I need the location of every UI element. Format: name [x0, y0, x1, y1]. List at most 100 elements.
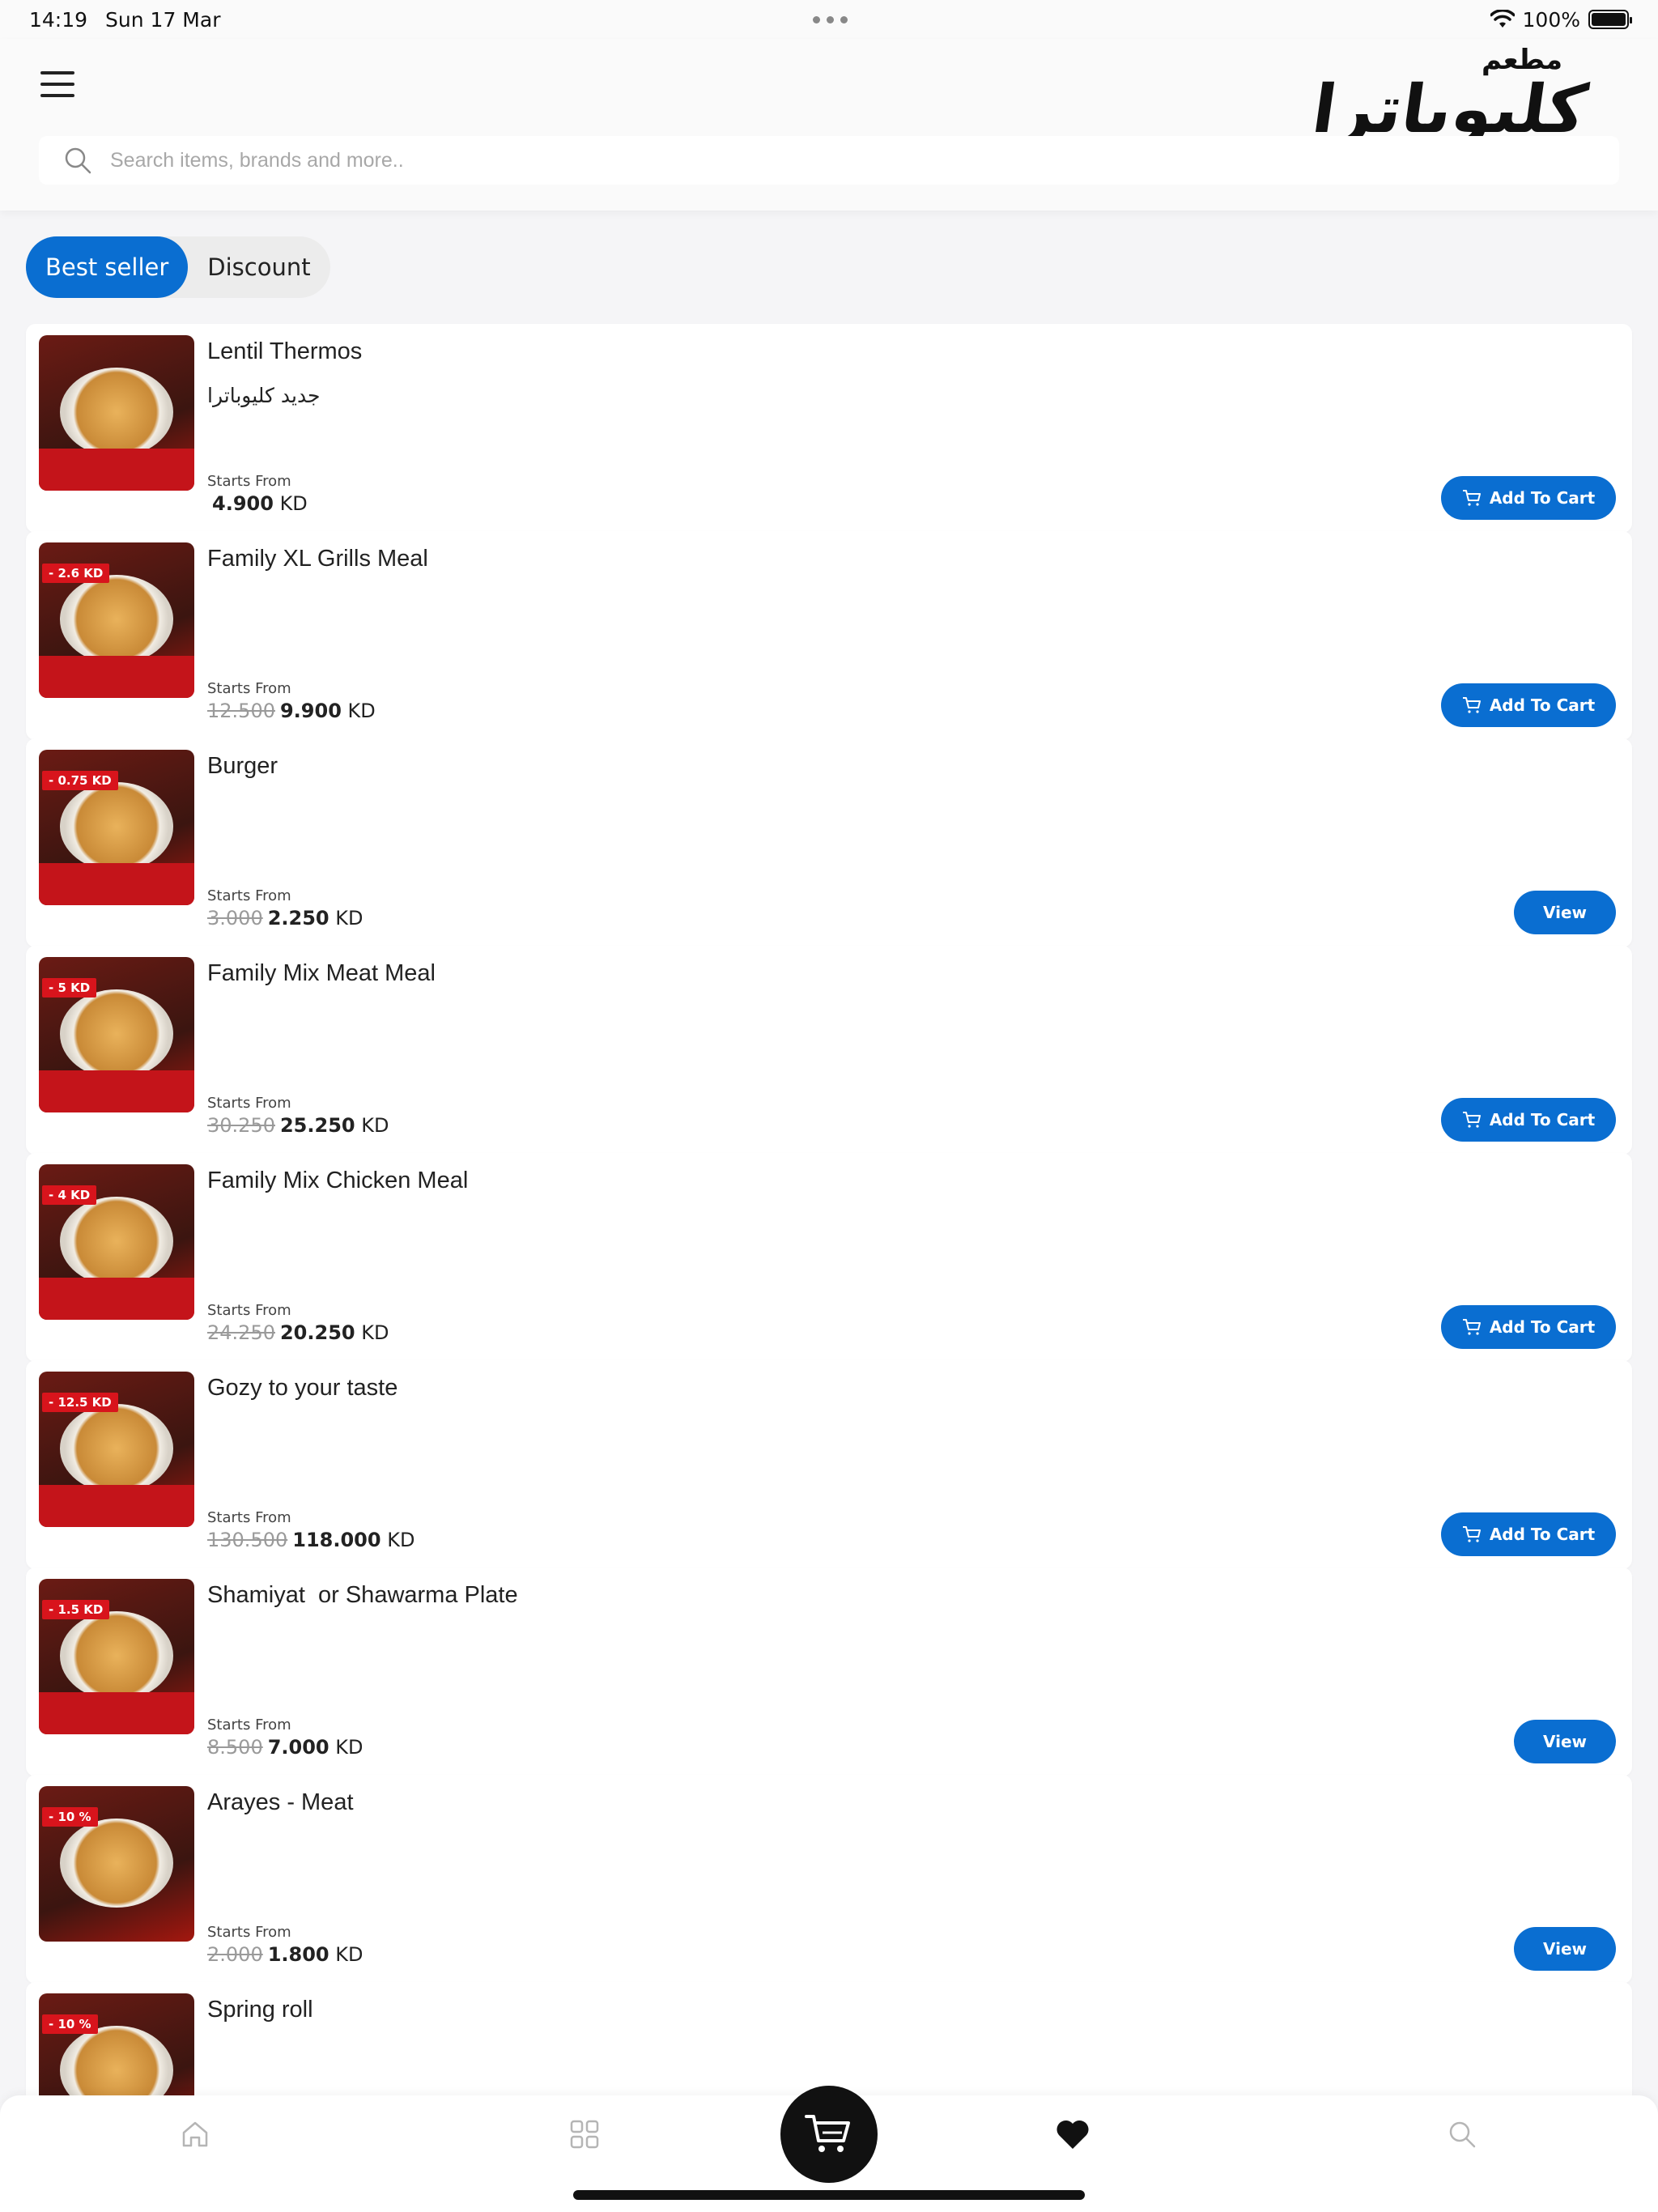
add-to-cart-label: Add To Cart	[1489, 696, 1596, 715]
discount-badge: - 5 KD	[42, 978, 97, 998]
app-header: مطعم كليوباترا	[0, 39, 1658, 211]
product-price: 3.000 2.250 KD	[207, 907, 363, 929]
add-to-cart-button[interactable]: Add To Cart	[1441, 683, 1616, 727]
product-title: Spring roll	[207, 1997, 313, 2023]
old-price: 30.250	[207, 1114, 275, 1137]
add-to-cart-label: Add To Cart	[1489, 1317, 1596, 1337]
discount-badge: - 1.5 KD	[42, 1600, 110, 1619]
new-price: 4.900	[212, 492, 274, 515]
status-bar: 14:19 Sun 17 Mar 100%	[0, 0, 1658, 39]
starts-from-label: Starts From	[207, 680, 291, 697]
status-time: 14:19	[29, 7, 88, 32]
nav-categories[interactable]	[552, 2095, 617, 2173]
product-card[interactable]: - 4 KD Family Mix Chicken Meal Starts Fr…	[26, 1153, 1632, 1362]
product-title: Burger	[207, 753, 278, 779]
tab-best-seller[interactable]: Best seller	[26, 236, 189, 298]
product-title: Family Mix Meat Meal	[207, 960, 436, 986]
view-button[interactable]: View	[1514, 1720, 1616, 1763]
product-price: 130.500 118.000 KD	[207, 1529, 414, 1551]
discount-badge: - 0.75 KD	[42, 771, 118, 790]
product-card[interactable]: - 2.6 KD Family XL Grills Meal Starts Fr…	[26, 531, 1632, 740]
hamburger-menu-icon[interactable]	[40, 71, 76, 99]
discount-badge: - 2.6 KD	[42, 564, 110, 583]
product-image: - 4 KD	[39, 1164, 194, 1320]
product-image: - 0.75 KD	[39, 750, 194, 905]
product-card[interactable]: - 10 % Arayes - Meat Starts From 2.000 1.…	[26, 1775, 1632, 1984]
new-price: 118.000	[292, 1529, 381, 1551]
currency: KD	[361, 1321, 389, 1344]
add-to-cart-button[interactable]: Add To Cart	[1441, 1098, 1616, 1142]
product-title: Lentil Thermos	[207, 338, 363, 364]
nav-search[interactable]	[1430, 2095, 1494, 2173]
view-button[interactable]: View	[1514, 891, 1616, 934]
status-right: 100%	[1490, 7, 1632, 32]
add-to-cart-label: Add To Cart	[1489, 1525, 1596, 1544]
starts-from-label: Starts From	[207, 1716, 291, 1733]
new-price: 1.800	[267, 1943, 329, 1966]
product-card[interactable]: - 0.75 KD Burger Starts From 3.000 2.250 …	[26, 738, 1632, 947]
home-icon	[182, 2121, 208, 2147]
nav-cart-button[interactable]	[780, 2086, 878, 2183]
starts-from-label: Starts From	[207, 1302, 291, 1319]
currency: KD	[279, 492, 308, 515]
product-price: 4.900 KD	[207, 492, 308, 515]
tab-discount[interactable]: Discount	[188, 236, 329, 298]
product-card[interactable]: Lentil Thermos جديد كليوباترا Starts Fro…	[26, 324, 1632, 533]
product-title: Family Mix Chicken Meal	[207, 1168, 469, 1193]
starts-from-label: Starts From	[207, 1924, 291, 1941]
old-price: 12.500	[207, 700, 275, 722]
product-subtitle: جديد كليوباترا	[207, 384, 321, 407]
search-icon	[1449, 2121, 1476, 2148]
currency: KD	[387, 1529, 415, 1551]
product-price: 8.500 7.000 KD	[207, 1736, 363, 1759]
discount-badge: - 12.5 KD	[42, 1393, 118, 1412]
cart-icon	[805, 2115, 850, 2152]
product-image	[39, 335, 194, 491]
currency: KD	[361, 1114, 389, 1137]
filter-tabs: Best seller Discount	[26, 236, 330, 298]
add-to-cart-button[interactable]: Add To Cart	[1441, 476, 1616, 520]
discount-badge: - 10 %	[42, 2014, 98, 2034]
add-to-cart-button[interactable]: Add To Cart	[1441, 1512, 1616, 1556]
multitasking-dots-icon[interactable]	[813, 16, 848, 23]
product-title: Gozy to your taste	[207, 1375, 398, 1401]
cart-icon	[1462, 697, 1481, 713]
product-price: 24.250 20.250 KD	[207, 1321, 389, 1344]
new-price: 9.900	[279, 700, 342, 722]
old-price: 3.000	[207, 907, 263, 929]
nav-favorites[interactable]	[1040, 2095, 1105, 2173]
status-date: Sun 17 Mar	[105, 7, 221, 32]
search-input[interactable]	[110, 148, 1486, 172]
product-card[interactable]: - 5 KD Family Mix Meat Meal Starts From …	[26, 946, 1632, 1155]
product-card[interactable]: - 1.5 KD Shamiyat or Shawarma Plate Star…	[26, 1568, 1632, 1776]
currency: KD	[335, 1943, 363, 1966]
cart-icon	[1462, 1319, 1481, 1335]
view-button[interactable]: View	[1514, 1927, 1616, 1971]
cart-icon	[1462, 490, 1481, 506]
discount-badge: - 4 KD	[42, 1185, 97, 1205]
currency: KD	[347, 700, 376, 722]
product-image: - 10 %	[39, 1786, 194, 1942]
home-indicator[interactable]	[573, 2190, 1085, 2200]
starts-from-label: Starts From	[207, 1095, 291, 1112]
product-price: 30.250 25.250 KD	[207, 1114, 389, 1137]
add-to-cart-label: Add To Cart	[1489, 1110, 1596, 1129]
currency: KD	[335, 907, 363, 929]
starts-from-label: Starts From	[207, 1509, 291, 1526]
add-to-cart-button[interactable]: Add To Cart	[1441, 1305, 1616, 1349]
add-to-cart-label: Add To Cart	[1489, 488, 1596, 508]
old-price: 24.250	[207, 1321, 275, 1344]
product-image: - 12.5 KD	[39, 1372, 194, 1527]
new-price: 25.250	[279, 1114, 355, 1137]
search-bar[interactable]	[39, 136, 1619, 185]
product-image: - 2.6 KD	[39, 542, 194, 698]
nav-home[interactable]	[163, 2095, 227, 2173]
battery-percent: 100%	[1522, 7, 1580, 32]
search-icon	[65, 147, 91, 174]
product-title: Arayes - Meat	[207, 1789, 354, 1815]
currency: KD	[335, 1736, 363, 1759]
product-price: 12.500 9.900 KD	[207, 700, 376, 722]
grid-icon	[570, 2120, 599, 2149]
old-price: 2.000	[207, 1943, 263, 1966]
product-card[interactable]: - 12.5 KD Gozy to your taste Starts From…	[26, 1360, 1632, 1569]
